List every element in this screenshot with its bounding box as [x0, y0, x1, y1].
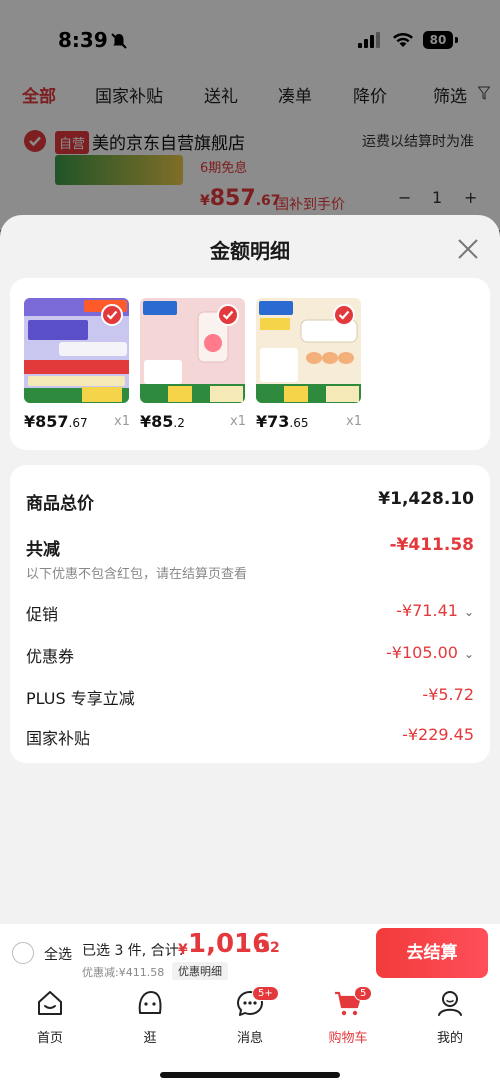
nav-label: 我的	[436, 1031, 463, 1046]
reduction-note: 以下优惠不包含红包，请在结算页查看	[26, 567, 248, 582]
nav-label: 消息	[236, 1031, 263, 1046]
discount-summary: 优惠减:¥411.58	[82, 966, 165, 979]
product-image-air-conditioner[interactable]	[24, 298, 129, 403]
promotion-value: -¥71.41	[396, 601, 458, 620]
sheet-title: 金额明细	[210, 239, 290, 263]
price-decimal: .2	[173, 416, 185, 430]
message-count-badge: 5+	[252, 986, 279, 1001]
nav-item-cart[interactable]: 5 购物车	[318, 986, 378, 1046]
national-subsidy-label: 国家补贴	[26, 729, 91, 748]
nav-item-messages[interactable]: 5+ 消息	[220, 986, 280, 1046]
promotion-row[interactable]: -¥71.41 ⌄	[396, 601, 474, 620]
nav-item-profile[interactable]: 我的	[420, 988, 480, 1046]
product-price: ¥73.65	[256, 412, 309, 431]
plus-discount-value: -¥5.72	[422, 685, 474, 704]
coupon-value: -¥105.00	[386, 643, 458, 662]
nav-label: 首页	[36, 1031, 63, 1046]
price-decimal: .67	[68, 416, 88, 430]
plus-discount-label: PLUS 专享立减	[26, 689, 135, 708]
close-icon[interactable]	[454, 235, 482, 263]
total-reduction-value: -¥411.58	[389, 535, 475, 555]
promotion-label: 促销	[26, 605, 59, 624]
nav-label: 购物车	[328, 1031, 368, 1046]
product-item[interactable]: ¥85.2 x1	[140, 298, 250, 438]
coupon-row[interactable]: -¥105.00 ⌄	[386, 643, 474, 662]
selected-check-icon[interactable]	[217, 304, 239, 326]
products-card: ¥857.67 x1 ¥85.2 x1 ¥73.65 x1	[10, 278, 490, 450]
home-icon	[38, 991, 62, 1015]
selected-check-icon[interactable]	[333, 304, 355, 326]
user-icon	[438, 991, 462, 1016]
product-quantity: x1	[114, 414, 130, 429]
face-icon	[138, 991, 162, 1014]
total-reduction-label: 共减	[26, 540, 60, 560]
national-subsidy-value: -¥229.45	[402, 725, 474, 744]
total-currency: ¥	[178, 942, 188, 958]
product-image-juicer[interactable]	[140, 298, 245, 403]
chevron-down-icon: ⌄	[463, 605, 474, 619]
product-item[interactable]: ¥857.67 x1	[24, 298, 134, 438]
discount-detail-button[interactable]: 优惠明细	[172, 962, 228, 980]
nav-item-browse[interactable]: 逛	[120, 988, 180, 1046]
product-quantity: x1	[230, 414, 246, 429]
price-integer: ¥85	[140, 412, 174, 431]
product-image-egg-steamer[interactable]	[256, 298, 361, 403]
home-indicator	[160, 1072, 340, 1078]
selected-count-text: 已选 3 件, 合计:	[82, 943, 184, 959]
select-all-label[interactable]: 全选	[44, 944, 72, 964]
product-item[interactable]: ¥73.65 x1	[256, 298, 366, 438]
total-decimal: .52	[255, 940, 280, 956]
product-price: ¥857.67	[24, 412, 88, 431]
summary-card: 商品总价 ¥1,428.10 共减 -¥411.58 以下优惠不包含红包，请在结…	[10, 465, 490, 763]
price-integer: ¥73	[256, 412, 290, 431]
select-all-checkbox[interactable]	[12, 942, 34, 964]
selected-check-icon[interactable]	[101, 304, 123, 326]
checkout-bar: 全选 已选 3 件, 合计: ¥ 1,016 .52 优惠减:¥411.58 优…	[0, 924, 500, 982]
nav-item-home[interactable]: 首页	[20, 988, 80, 1046]
product-quantity: x1	[346, 414, 362, 429]
chevron-down-icon: ⌄	[463, 647, 474, 661]
nav-label: 逛	[143, 1031, 157, 1046]
price-integer: ¥857	[24, 412, 69, 431]
product-price: ¥85.2	[140, 412, 185, 431]
total-price-value: ¥1,428.10	[378, 489, 474, 509]
cart-count-badge: 5	[354, 986, 373, 1001]
coupon-label: 优惠券	[26, 647, 75, 666]
total-price-label: 商品总价	[26, 494, 94, 514]
checkout-button[interactable]: 去结算	[376, 928, 488, 978]
price-decimal: .65	[289, 416, 309, 430]
